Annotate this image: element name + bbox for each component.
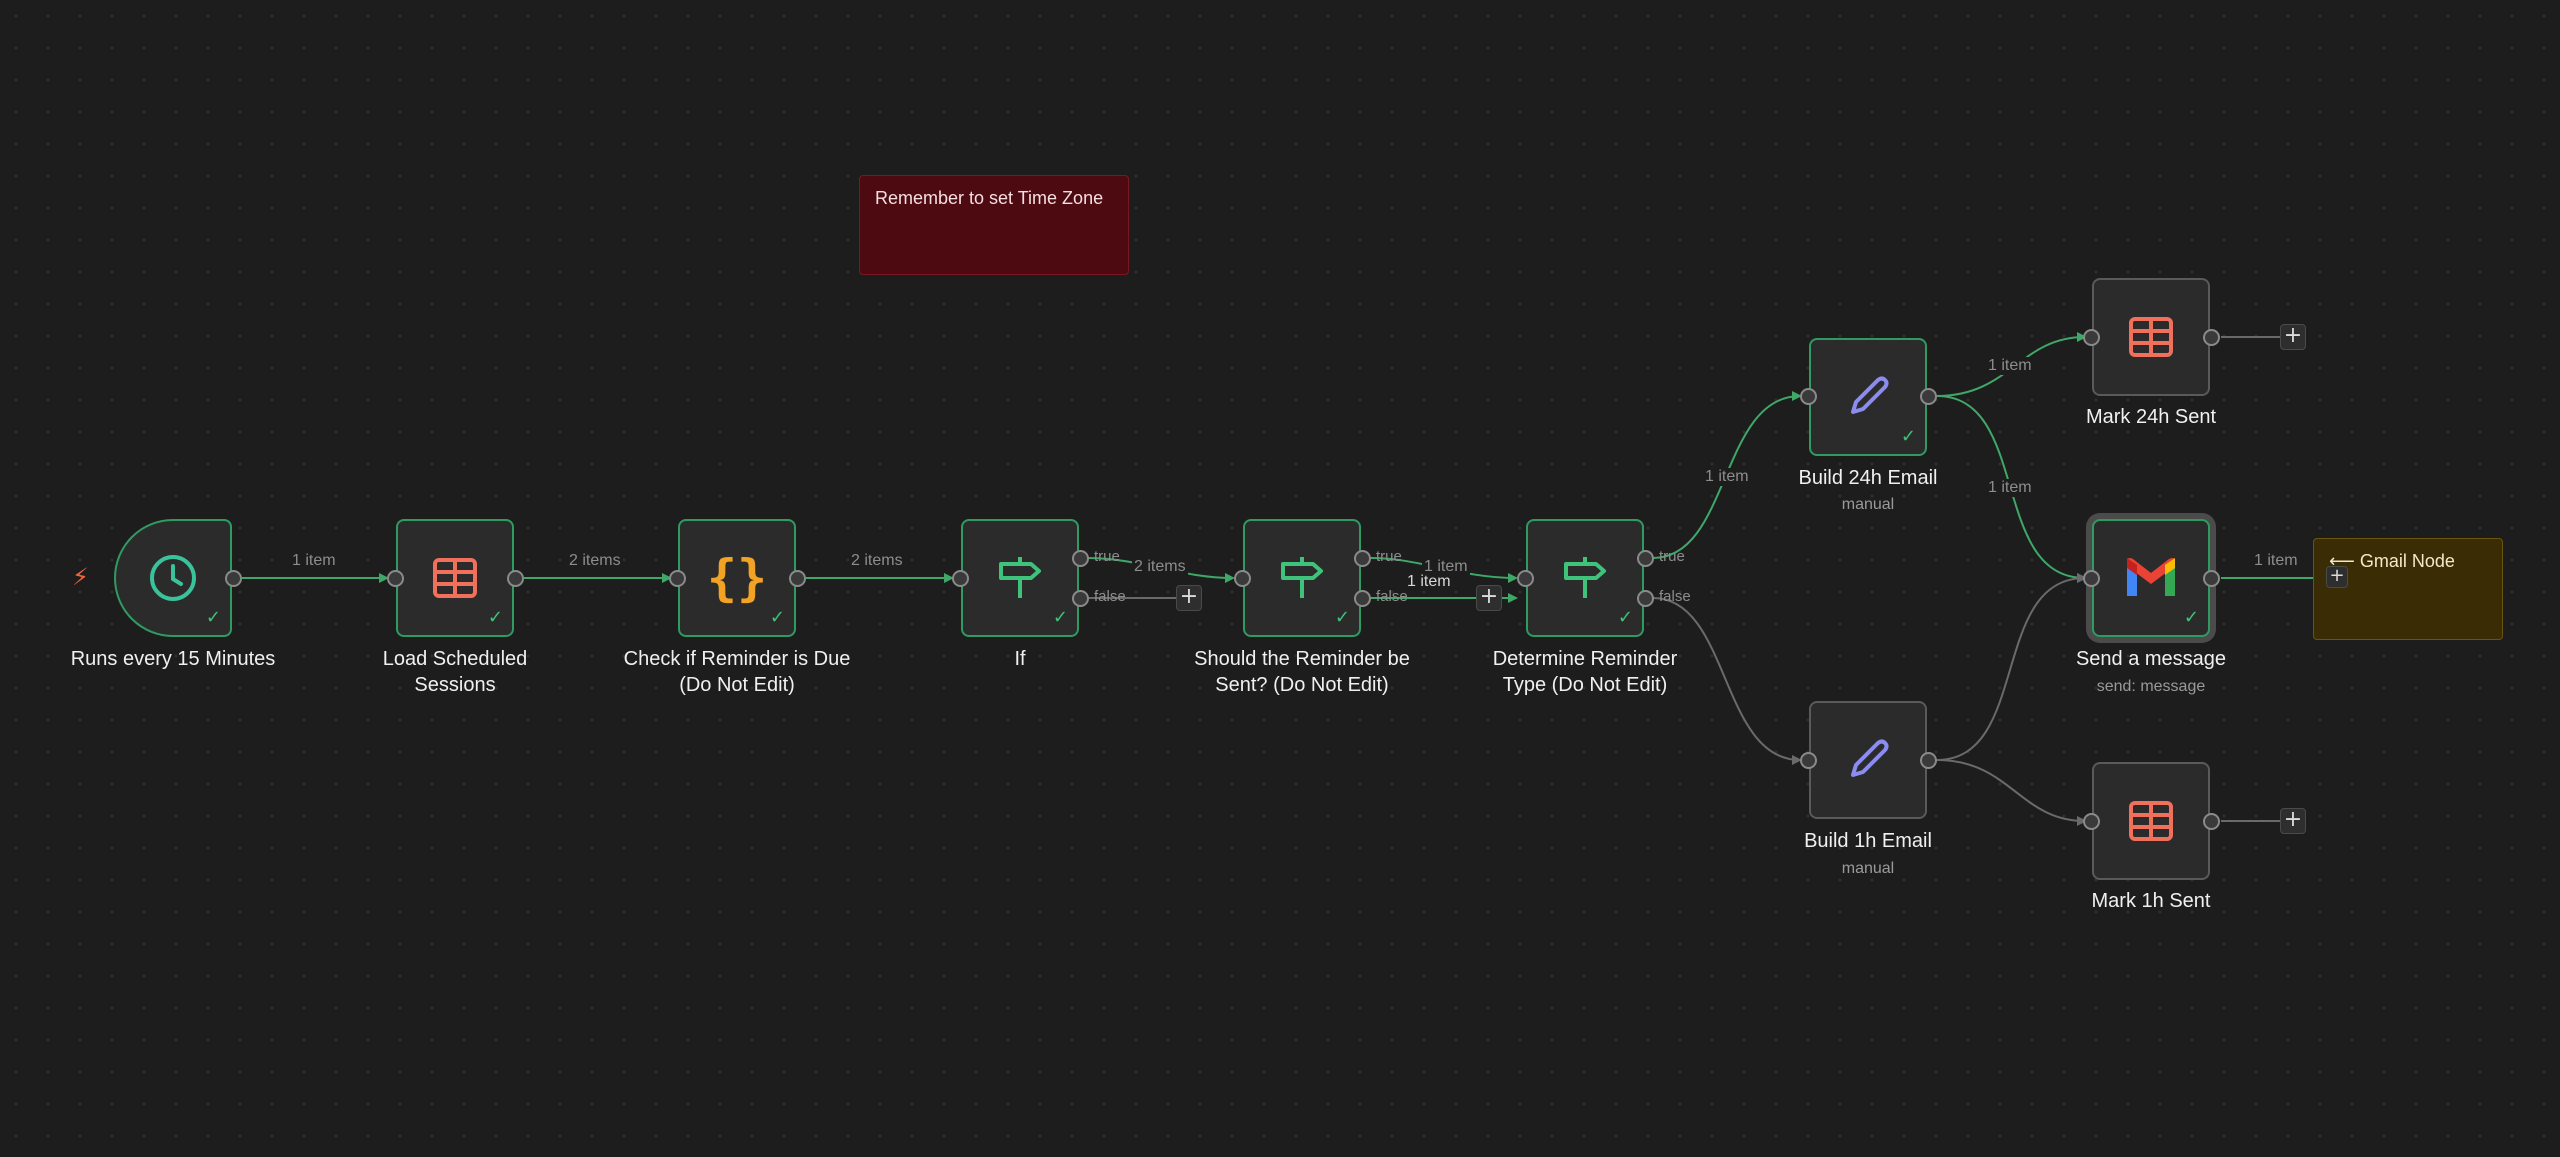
node-label-line: Sessions <box>414 674 496 696</box>
node-label-line: Type (Do Not Edit) <box>1502 674 1668 696</box>
input-handle[interactable] <box>2083 570 2100 587</box>
node-label: Should the Reminder be Sent? (Do Not Edi… <box>1152 646 1452 698</box>
input-handle[interactable] <box>1234 570 1251 587</box>
node-sublabel: manual <box>1841 496 1895 513</box>
node-check-reminder-due[interactable]: {} ✓ <box>678 519 796 637</box>
node-send-a-message[interactable]: ✓ <box>2092 519 2210 637</box>
output-handle-true[interactable] <box>1072 550 1089 567</box>
input-handle[interactable] <box>387 570 404 587</box>
node-label: Mark 1h Sent <box>2091 890 2211 912</box>
node-label-line: Load Scheduled <box>382 648 528 670</box>
edge-item-count: 1 item <box>1703 468 1751 486</box>
output-handle-false[interactable] <box>1072 590 1089 607</box>
edge-item-count: 1 item <box>1986 357 2034 375</box>
port-label-false: false <box>1376 588 1408 605</box>
port-label-true: true <box>1659 548 1685 565</box>
node-label: Load Scheduled Sessions <box>305 646 605 698</box>
success-check-icon: ✓ <box>1617 607 1633 628</box>
port-label-true: true <box>1094 548 1120 565</box>
output-handle[interactable] <box>789 570 806 587</box>
node-mark-24h-sent[interactable] <box>2092 278 2210 396</box>
node-schedule-trigger[interactable]: ✓ <box>114 519 232 637</box>
edge-item-count: 1 item <box>1405 573 1453 591</box>
sticky-note-text: Gmail Node <box>2359 551 2455 571</box>
node-label: Mark 24h Sent <box>2085 406 2217 428</box>
output-handle-true[interactable] <box>1354 550 1371 567</box>
output-handle[interactable] <box>2203 813 2220 830</box>
success-check-icon: ✓ <box>2183 607 2199 628</box>
success-check-icon: ✓ <box>487 607 503 628</box>
sticky-note-timezone[interactable]: Remember to set Time Zone <box>859 175 1129 275</box>
node-label: If <box>1014 648 1026 670</box>
sticky-note-gmail[interactable]: ⟵ Gmail Node <box>2313 538 2503 640</box>
add-node-button[interactable]: + <box>1176 585 1202 611</box>
node-sublabel: manual <box>1841 860 1895 877</box>
edge-item-count: 1 item <box>2252 552 2300 570</box>
success-check-icon: ✓ <box>1900 426 1916 447</box>
output-handle[interactable] <box>1920 388 1937 405</box>
success-check-icon: ✓ <box>1052 607 1068 628</box>
node-label-line: (Do Not Edit) <box>679 674 795 696</box>
pencil-icon <box>1811 703 1925 817</box>
output-handle[interactable] <box>2203 329 2220 346</box>
success-check-icon: ✓ <box>769 607 785 628</box>
add-node-button[interactable]: + <box>2280 808 2306 834</box>
node-build-24h-email[interactable]: ✓ <box>1809 338 1927 456</box>
add-node-button[interactable]: + <box>1476 585 1502 611</box>
edge-item-count: 1 item <box>1986 479 2034 497</box>
table-icon <box>2094 764 2208 878</box>
output-handle-true[interactable] <box>1637 550 1654 567</box>
output-handle-false[interactable] <box>1637 590 1654 607</box>
input-handle[interactable] <box>952 570 969 587</box>
success-check-icon: ✓ <box>205 607 221 628</box>
add-node-button[interactable]: + <box>2280 324 2306 350</box>
node-mark-1h-sent[interactable] <box>2092 762 2210 880</box>
input-handle[interactable] <box>1800 388 1817 405</box>
node-label: Build 1h Email <box>1804 830 1932 852</box>
edge-item-count: 1 item <box>290 552 338 570</box>
node-label: Build 24h Email <box>1798 467 1938 489</box>
node-label-line: Determine Reminder <box>1492 648 1678 670</box>
table-icon <box>2094 280 2208 394</box>
node-build-1h-email[interactable] <box>1809 701 1927 819</box>
node-if[interactable]: ✓ <box>961 519 1079 637</box>
input-handle[interactable] <box>669 570 686 587</box>
node-label: Runs every 15 Minutes <box>70 648 276 670</box>
output-handle[interactable] <box>1920 752 1937 769</box>
edge-build1-mark1[interactable] <box>1936 759 2087 826</box>
node-label-line: Should the Reminder be <box>1194 648 1410 670</box>
output-handle[interactable] <box>225 570 242 587</box>
edge-item-count: 2 items <box>1132 558 1188 576</box>
input-handle[interactable] <box>2083 813 2100 830</box>
output-handle-false[interactable] <box>1354 590 1371 607</box>
node-label: Send a message <box>2075 648 2227 670</box>
add-node-button[interactable]: + <box>2326 566 2348 588</box>
lightning-bolt-icon: ⚡ <box>72 563 89 591</box>
node-load-scheduled-sessions[interactable]: ✓ <box>396 519 514 637</box>
success-check-icon: ✓ <box>1334 607 1350 628</box>
node-label-line: Sent? (Do Not Edit) <box>1215 674 1389 696</box>
node-should-reminder-be-sent[interactable]: ✓ <box>1243 519 1361 637</box>
node-label-line: Check if Reminder is Due <box>623 648 851 670</box>
sticky-note-text: Remember to set Time Zone <box>875 188 1104 208</box>
input-handle[interactable] <box>2083 329 2100 346</box>
output-handle[interactable] <box>507 570 524 587</box>
input-handle[interactable] <box>1800 752 1817 769</box>
node-determine-reminder-type[interactable]: ✓ <box>1526 519 1644 637</box>
node-label: Determine Reminder Type (Do Not Edit) <box>1435 646 1735 698</box>
edge-item-count: 2 items <box>849 552 905 570</box>
node-sublabel: send: message <box>2096 678 2206 695</box>
port-label-false: false <box>1094 588 1126 605</box>
output-handle[interactable] <box>2203 570 2220 587</box>
port-label-false: false <box>1659 588 1691 605</box>
node-label: Check if Reminder is Due (Do Not Edit) <box>587 646 887 698</box>
edge-item-count: 2 items <box>567 552 623 570</box>
input-handle[interactable] <box>1517 570 1534 587</box>
port-label-true: true <box>1376 548 1402 565</box>
